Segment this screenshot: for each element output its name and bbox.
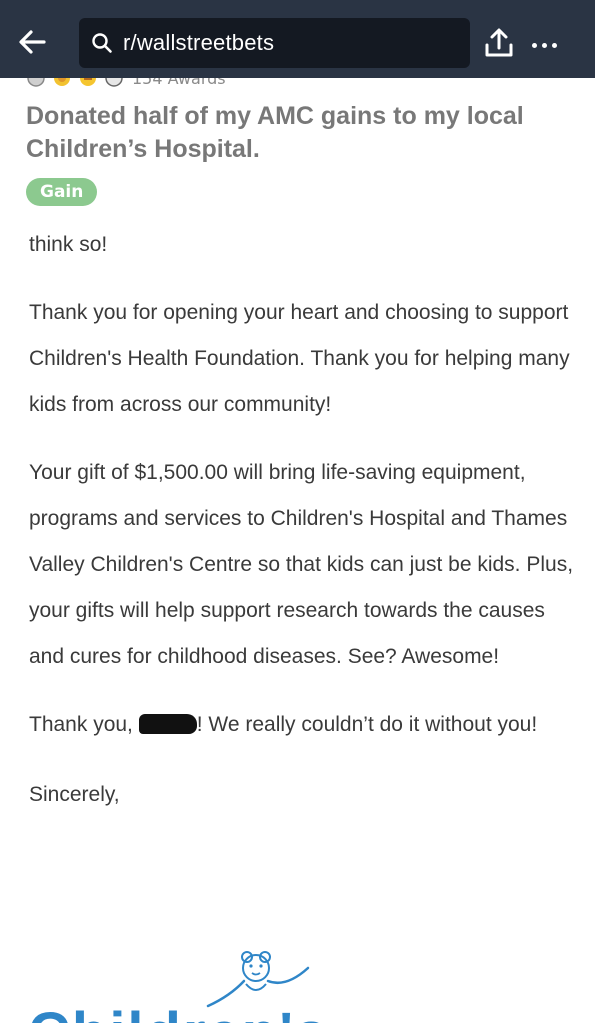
more-dot-icon — [552, 42, 557, 48]
letter-paragraph: Your gift of $1,500.00 will bring life-s… — [29, 461, 574, 668]
more-options-button[interactable] — [532, 40, 564, 50]
flair-badge[interactable]: Gain — [26, 178, 98, 206]
redaction-mark — [138, 714, 197, 734]
share-icon — [485, 28, 513, 57]
thanks-text: Thank you, — [29, 713, 133, 736]
search-icon — [91, 32, 113, 54]
letter-opening: think so! — [29, 233, 108, 256]
post-title: Donated half of my AMC gains to my local… — [26, 102, 524, 163]
back-button[interactable] — [14, 24, 50, 60]
back-arrow-icon — [19, 30, 46, 54]
search-query-text: r/wallstreetbets — [123, 30, 275, 55]
share-button[interactable] — [482, 26, 516, 60]
childrens-logo: Children's — [26, 948, 346, 1023]
teddy-bear-icon — [206, 951, 310, 1008]
letter-body: think so! Thank you for opening your hea… — [29, 222, 574, 818]
letter-thanks: Thank you, ! We really couldn’t do it wi… — [29, 702, 574, 748]
search-input[interactable]: r/wallstreetbets — [79, 18, 470, 68]
more-dot-icon — [532, 42, 537, 48]
letter-closing: Sincerely, — [29, 783, 120, 806]
thanks-text: ! We really couldn’t do it without you! — [196, 713, 538, 736]
more-dot-icon — [542, 42, 547, 48]
letter-paragraph: Thank you for opening your heart and cho… — [29, 301, 570, 416]
top-nav-bar: r/wallstreetbets — [0, 0, 595, 78]
